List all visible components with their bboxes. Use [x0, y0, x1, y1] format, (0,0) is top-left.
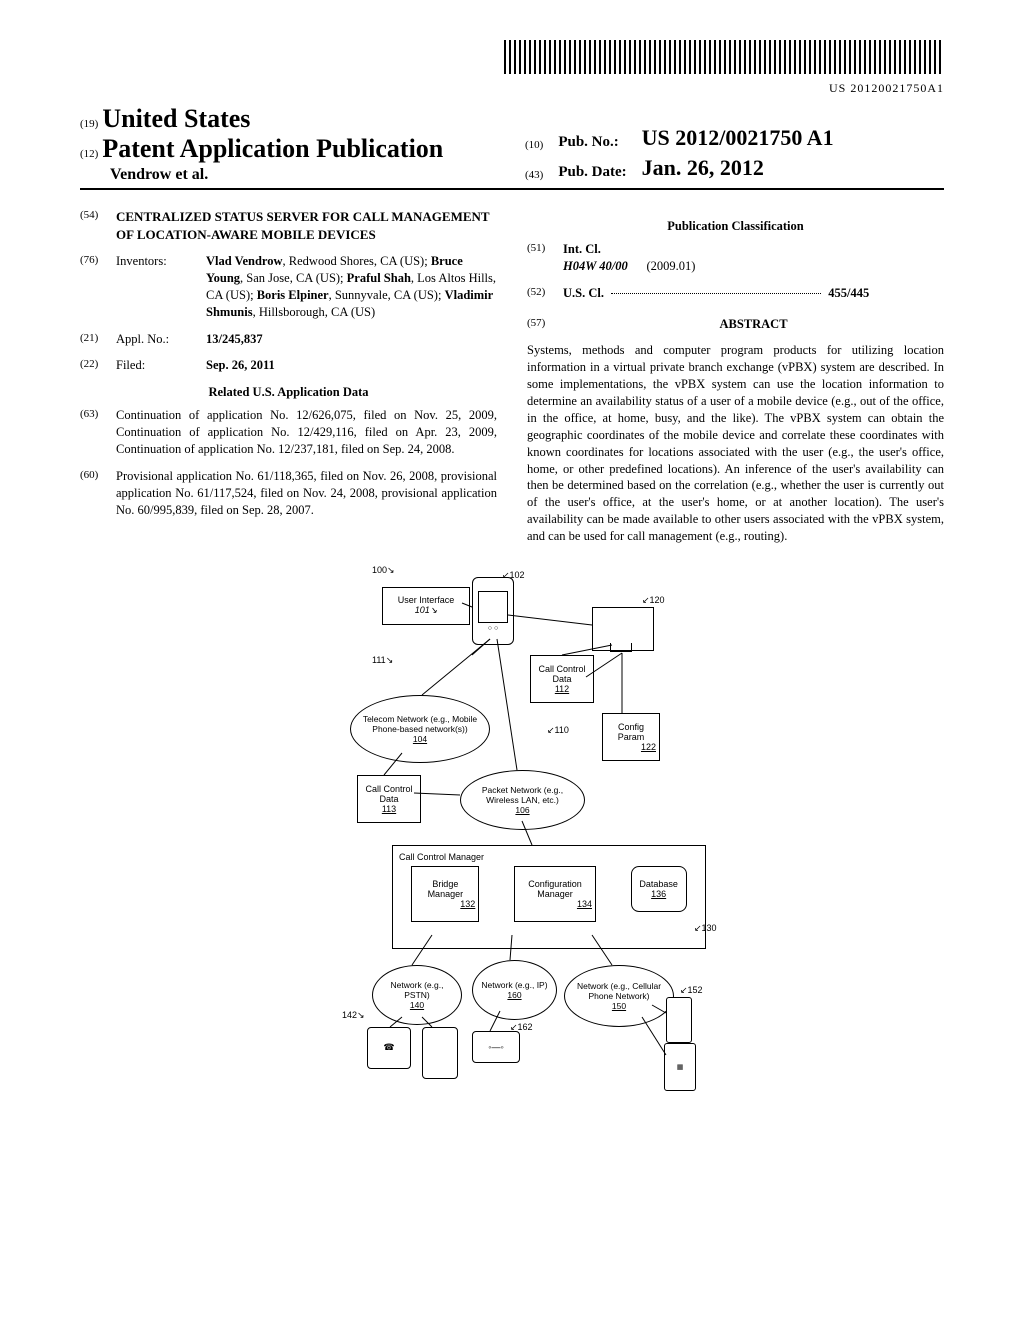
ref-152: ↙152 [680, 985, 703, 996]
call-control-data-113: Call Control Data 113 [357, 775, 421, 823]
application-number: 13/245,837 [206, 331, 497, 348]
ref-111: 111↘ [372, 655, 393, 666]
telecom-cloud: Telecom Network (e.g., Mobile Phone-base… [350, 695, 490, 763]
barcode-number: US 20120021750A1 [80, 81, 944, 96]
abstract-heading-row: (57) ABSTRACT [527, 316, 944, 333]
call-control-data-112: Call Control Data 112 [530, 655, 594, 703]
figure-1: 100↘ ↙102 ○ ○ User Interface 101↘ ↙120 1… [272, 565, 752, 1105]
phone-152a-icon [666, 997, 692, 1043]
ref-110: ↙110 [547, 725, 569, 736]
related-heading: Related U.S. Application Data [80, 384, 497, 401]
continuation-text: Continuation of application No. 12/626,0… [116, 407, 497, 458]
call-control-manager-box: Call Control Manager Bridge Manager132 C… [392, 845, 706, 949]
intcl-field: (51) Int. Cl. H04W 40/00 (2009.01) [527, 241, 944, 275]
user-interface-box: User Interface 101↘ [382, 587, 470, 625]
config-param-box: Config Param 122 [602, 713, 660, 761]
invention-title: CENTRALIZED STATUS SERVER FOR CALL MANAG… [116, 208, 497, 243]
ip-cloud: Network (e.g., IP)160 [472, 960, 557, 1020]
config-manager-box: Configuration Manager134 [514, 866, 596, 922]
pubnum-label: Pub. No.: [557, 124, 638, 152]
ref-100: 100↘ [372, 565, 395, 576]
barcode-row [80, 40, 944, 79]
uscl-field: (52) U.S. Cl. 455/445 [527, 285, 944, 302]
inventors-field: (76) Inventors: Vlad Vendrow, Redwood Sh… [80, 253, 497, 321]
pubdate-value: Jan. 26, 2012 [641, 154, 846, 182]
header: (19) United States (12) Patent Applicati… [80, 104, 944, 190]
patent-page: US 20120021750A1 (19) United States (12)… [0, 0, 1024, 1150]
us-cl-value: 455/445 [828, 286, 869, 300]
continuation-field: (63) Continuation of application No. 12/… [80, 407, 497, 458]
biblio-columns: (54) CENTRALIZED STATUS SERVER FOR CALL … [80, 208, 944, 545]
figure-wrap: 100↘ ↙102 ○ ○ User Interface 101↘ ↙120 1… [80, 565, 944, 1110]
ref-130: ↙130 [694, 923, 717, 934]
country: United States [102, 104, 250, 133]
pubnum-value: US 2012/0021750 A1 [641, 124, 846, 152]
author-line: Vendrow et al. [80, 166, 502, 184]
provisional-field: (60) Provisional application No. 61/118,… [80, 468, 497, 519]
pstn-cloud: Network (e.g., PSTN)140 [372, 965, 462, 1025]
publication-type: Patent Application Publication [102, 134, 443, 163]
classification-heading: Publication Classification [527, 218, 944, 235]
packet-network-cloud: Packet Network (e.g., Wireless LAN, etc.… [460, 770, 585, 830]
abstract-text: Systems, methods and computer program pr… [527, 342, 944, 545]
device-162-icon: ◦—◦ [472, 1031, 520, 1063]
title-field: (54) CENTRALIZED STATUS SERVER FOR CALL … [80, 208, 497, 243]
header-right: (10) Pub. No.: US 2012/0021750 A1 (43) P… [502, 122, 944, 184]
int-cl-symbol: H04W 40/00 [563, 259, 628, 273]
bridge-manager-box: Bridge Manager132 [411, 866, 479, 922]
mobile-device-icon: ○ ○ [472, 577, 514, 645]
filed-date: Sep. 26, 2011 [206, 357, 497, 374]
left-column: (54) CENTRALIZED STATUS SERVER FOR CALL … [80, 208, 497, 545]
filed-field: (22) Filed: Sep. 26, 2011 [80, 357, 497, 374]
cell-cloud: Network (e.g., Cellular Phone Network)15… [564, 965, 674, 1027]
ref-120: ↙120 [642, 595, 665, 606]
inventors-list: Vlad Vendrow, Redwood Shores, CA (US); B… [206, 253, 497, 321]
dot-leader [611, 293, 821, 294]
phone-142-icon: ☎ [367, 1027, 411, 1069]
header-left: (19) United States (12) Patent Applicati… [80, 104, 502, 184]
abstract-heading: ABSTRACT [563, 316, 944, 333]
phone-152b-icon: ▦ [664, 1043, 696, 1091]
provisional-text: Provisional application No. 61/118,365, … [116, 468, 497, 519]
database-cylinder: Database136 [631, 866, 687, 912]
pubdate-label: Pub. Date: [557, 154, 638, 182]
right-column: Publication Classification (51) Int. Cl.… [527, 208, 944, 545]
device-left-icon [422, 1027, 458, 1079]
country-line: (19) United States [80, 104, 502, 134]
applno-field: (21) Appl. No.: 13/245,837 [80, 331, 497, 348]
barcode-icon [504, 40, 944, 74]
pub-type-line: (12) Patent Application Publication [80, 134, 502, 164]
ref-142: 142↘ [342, 1010, 365, 1021]
